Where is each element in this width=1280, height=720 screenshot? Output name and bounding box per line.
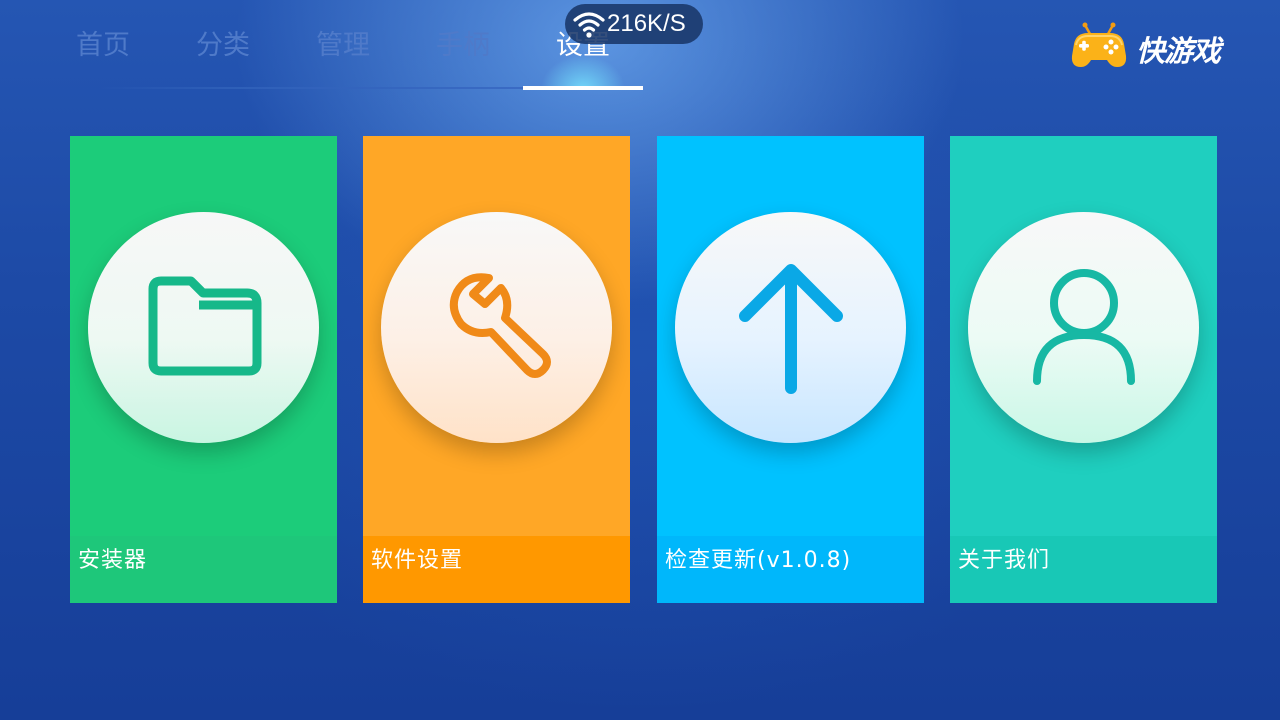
- installer-label-bar: 安装器: [70, 536, 337, 603]
- active-tab-indicator: [523, 86, 643, 90]
- wifi-icon: [573, 12, 605, 38]
- installer-icon-circle: [88, 212, 319, 443]
- about-us-label: 关于我们: [958, 548, 1051, 573]
- about-us-icon-circle: [968, 212, 1199, 443]
- network-speed-indicator: 216K/S: [565, 4, 703, 44]
- about-us-label-bar: 关于我们: [950, 536, 1217, 603]
- check-update-card[interactable]: 检查更新(v1.0.8): [657, 136, 924, 603]
- software-settings-label: 软件设置: [371, 548, 464, 573]
- installer-card[interactable]: 安装器: [70, 136, 337, 603]
- arrow-up-icon: [738, 263, 843, 394]
- check-update-label: 检查更新(v1.0.8): [665, 548, 852, 573]
- tab-home[interactable]: 首页: [43, 28, 163, 64]
- check-update-icon-circle: [675, 212, 906, 443]
- about-us-card[interactable]: 关于我们: [950, 136, 1217, 603]
- folder-icon: [148, 276, 261, 375]
- brand-name: 快游戏: [1136, 34, 1221, 68]
- user-icon: [1032, 268, 1135, 385]
- installer-label: 安装器: [78, 548, 148, 573]
- software-settings-icon-circle: [381, 212, 612, 443]
- tab-category[interactable]: 分类: [163, 28, 283, 64]
- gamepad-logo-icon: [1071, 22, 1127, 67]
- check-update-label-bar: 检查更新(v1.0.8): [657, 536, 924, 603]
- tab-manage[interactable]: 管理: [283, 28, 403, 64]
- wrench-icon: [449, 272, 551, 378]
- speed-text: 216K/S: [607, 10, 686, 37]
- software-settings-card[interactable]: 软件设置: [363, 136, 630, 603]
- software-settings-label-bar: 软件设置: [363, 536, 630, 603]
- tab-gamepad[interactable]: 手柄: [403, 28, 523, 64]
- brand-logo: 快游戏: [1068, 22, 1248, 72]
- nav-divider: [100, 87, 523, 89]
